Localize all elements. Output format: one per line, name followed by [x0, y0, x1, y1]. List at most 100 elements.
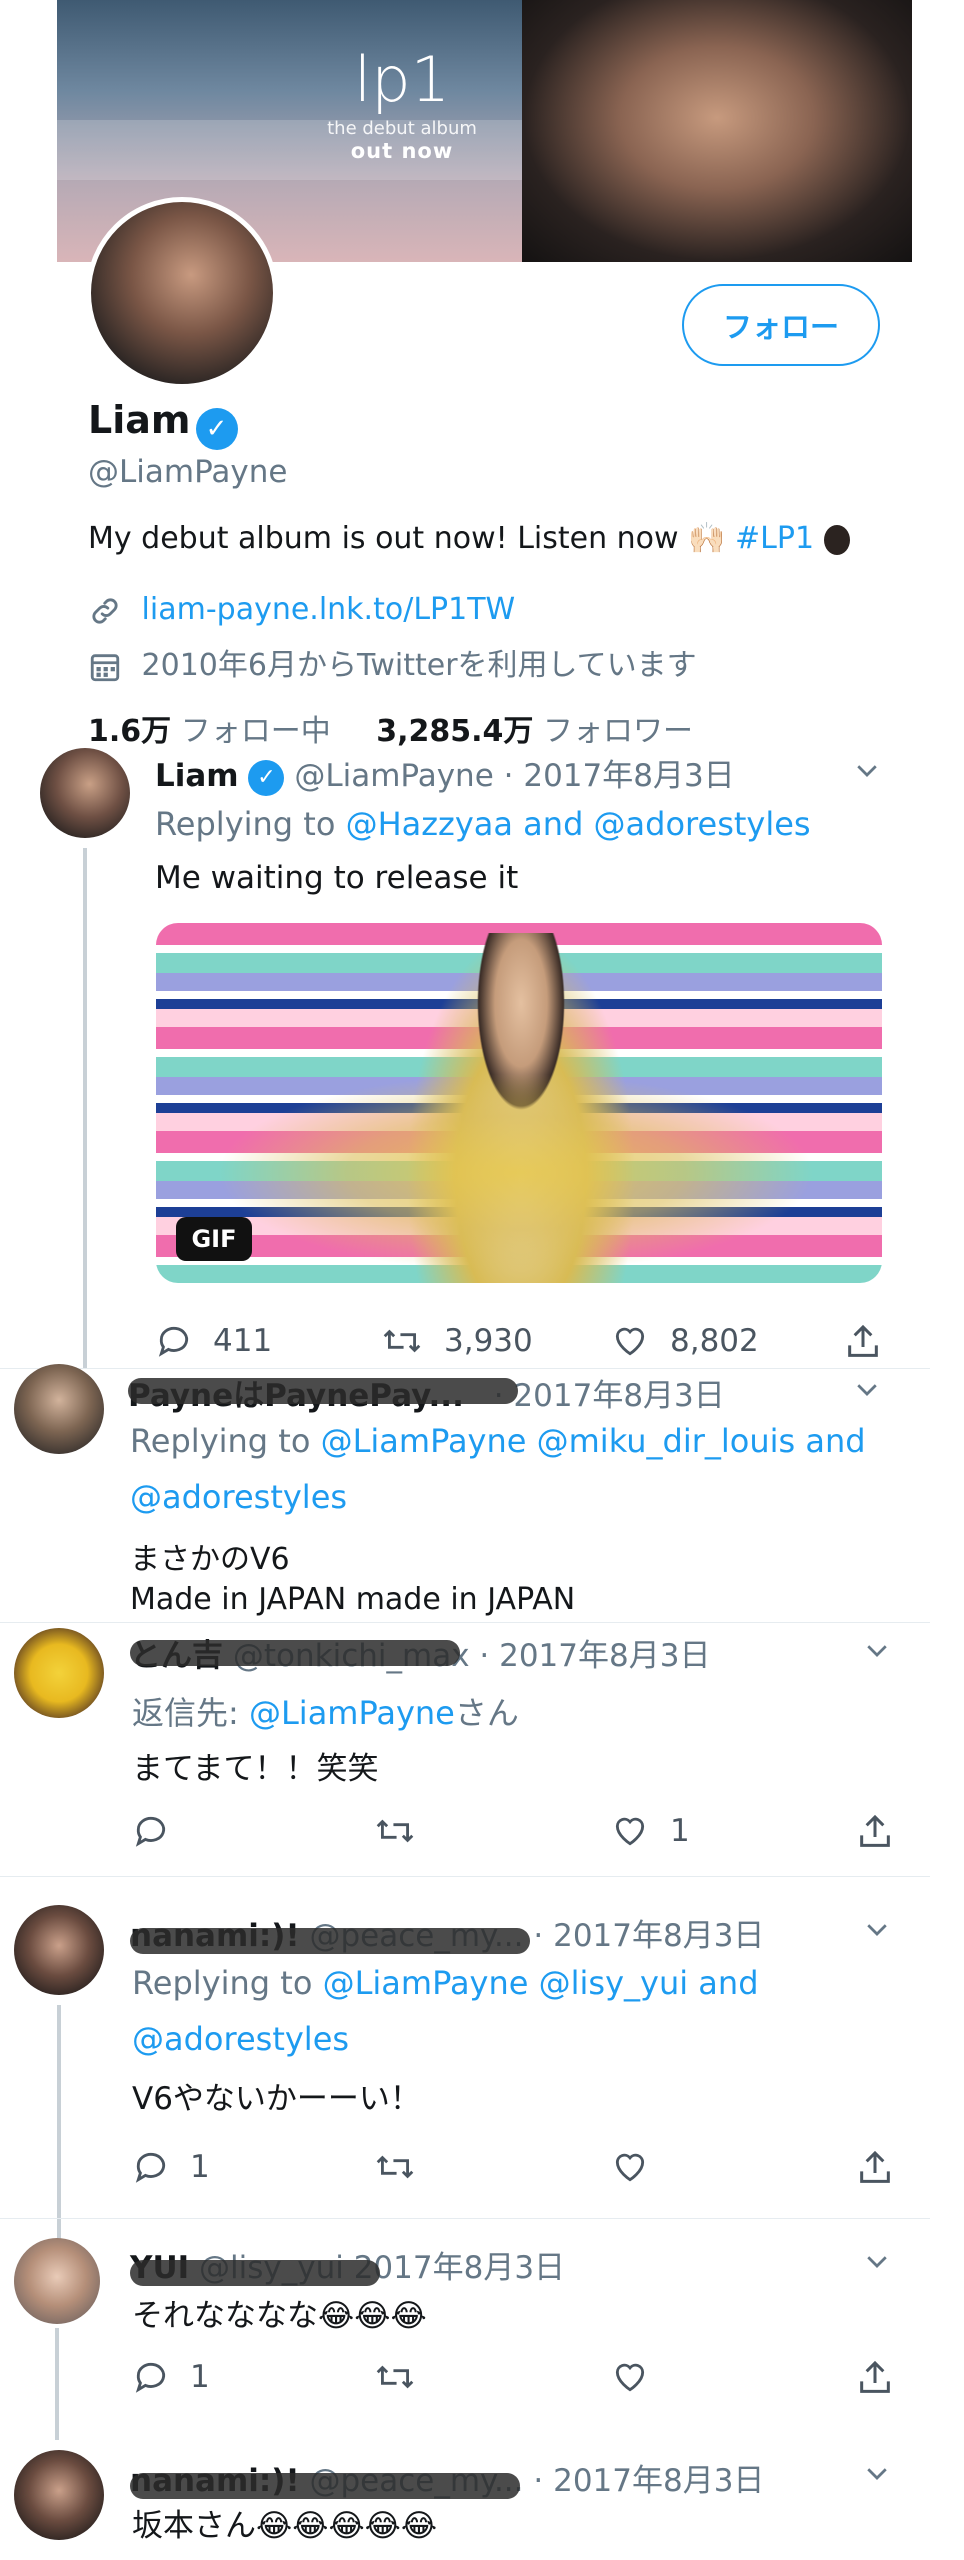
retweet-button[interactable]: [373, 2358, 437, 2396]
link-icon: [92, 597, 118, 624]
reply-count: 1: [190, 2359, 210, 2395]
tweet-text-line2: Made in JAPAN made in JAPAN: [130, 1582, 576, 1617]
tweet-header: nanami:)! @peace_my... · 2017年8月3日: [130, 2455, 764, 2500]
divider: [0, 1622, 930, 1623]
tweet-author-redacted[interactable]: nanami:)! @peace_my...: [130, 1918, 530, 1954]
like-count: 8,802: [670, 1323, 759, 1359]
replying-to-users[interactable]: @LiamPayne @lisy_yui and: [323, 1964, 759, 2002]
banner-subtitle: the debut album: [327, 118, 477, 139]
reply-button[interactable]: 1: [132, 2358, 210, 2396]
replying-to-users[interactable]: @LiamPayne @miku_dir_louis and: [321, 1422, 866, 1460]
retweet-icon: [383, 1329, 421, 1353]
share-icon[interactable]: [855, 2358, 895, 2398]
divider: [0, 1876, 930, 1877]
tweet-date[interactable]: 2017年8月3日: [354, 2250, 565, 2286]
redaction-scribble: [128, 1378, 518, 1404]
replying-to-users[interactable]: @LiamPayne: [249, 1694, 455, 1732]
tweet-header: PayneはPaynePay... · 2017年8月3日: [128, 1370, 725, 1415]
like-button[interactable]: 1: [610, 1812, 690, 1850]
tweet-author-name-redacted[interactable]: PayneはPaynePay...: [128, 1370, 518, 1415]
reply-icon: [158, 1326, 189, 1357]
heart-icon: [615, 2153, 645, 2182]
following-stat[interactable]: 1.6万 フォロー中: [88, 714, 331, 749]
tweet-author-redacted[interactable]: とん吉 @tonkichi_max: [130, 1630, 470, 1675]
bio-hashtag-link[interactable]: #LP1: [735, 521, 814, 556]
like-button[interactable]: [610, 2148, 670, 2186]
tweet-avatar[interactable]: [14, 2450, 104, 2540]
share-icon[interactable]: [855, 1812, 895, 1852]
thread-line: [83, 848, 87, 1368]
chevron-down-icon[interactable]: [862, 1635, 892, 1665]
tweet-date[interactable]: · 2017年8月3日: [494, 1378, 725, 1414]
tweet-text: まさかのV6: [130, 1542, 290, 1577]
tweet-header: nanami:)! @peace_my... · 2017年8月3日: [130, 1910, 764, 1955]
reply-button[interactable]: 411: [155, 1322, 272, 1360]
redaction-scribble: [130, 2260, 380, 2286]
bio-emoji: 🙌🏻: [688, 521, 726, 556]
replying-to-users-cont[interactable]: @adorestyles: [132, 2020, 349, 2058]
banner-portrait: [522, 0, 912, 262]
redaction-scribble: [130, 1928, 530, 1954]
tweet-author-redacted[interactable]: YUI @lisy_yui: [130, 2250, 380, 2286]
tweet-avatar[interactable]: [14, 1905, 104, 1995]
tweet-avatar[interactable]: [14, 2238, 100, 2324]
replying-to-users-cont[interactable]: @adorestyles: [130, 1478, 347, 1516]
chevron-down-icon[interactable]: [852, 1374, 882, 1404]
followers-stat[interactable]: 3,285.4万 フォロワー: [376, 714, 693, 749]
profile-name-row: Liam ✓: [88, 398, 238, 450]
divider: [0, 2218, 930, 2219]
like-button[interactable]: [610, 2358, 670, 2396]
share-icon[interactable]: [855, 2148, 895, 2188]
replying-to: Replying to @Hazzyaa and @adorestyles: [155, 805, 811, 843]
retweet-icon: [376, 1819, 414, 1843]
tweet-date[interactable]: · 2017年8月3日: [533, 1918, 764, 1954]
heart-icon: [615, 1817, 645, 1846]
chevron-down-icon[interactable]: [862, 1914, 892, 1944]
profile-joined-row: 2010年6月からTwitterを利用しています: [88, 640, 697, 684]
tweet-author-handle[interactable]: @LiamPayne: [294, 758, 493, 794]
profile-stats: 1.6万 フォロー中 3,285.4万 フォロワー: [88, 706, 693, 750]
replying-to: 返信先: @LiamPayneさん: [132, 1688, 519, 1734]
replying-to-users[interactable]: @Hazzyaa and @adorestyles: [346, 805, 811, 843]
retweet-button[interactable]: 3,930: [380, 1322, 533, 1360]
tweet-avatar[interactable]: [14, 1364, 104, 1454]
calendar-icon: [90, 653, 120, 681]
heart-icon: [615, 2363, 645, 2392]
retweet-button[interactable]: [373, 2148, 437, 2186]
reply-button[interactable]: 1: [132, 2148, 210, 2186]
divider: [0, 1368, 930, 1369]
reply-icon: [135, 2362, 166, 2393]
share-icon[interactable]: [843, 1322, 883, 1362]
chevron-down-icon[interactable]: [862, 2246, 892, 2276]
tweet-date[interactable]: · 2017年8月3日: [533, 2463, 764, 2499]
replying-to: Replying to @LiamPayne @lisy_yui and: [132, 1964, 759, 2002]
replying-prefix: 返信先:: [132, 1694, 239, 1732]
followers-count: 3,285.4万: [376, 714, 534, 749]
follow-button[interactable]: フォロー: [682, 284, 880, 366]
profile-bio: My debut album is out now! Listen now 🙌🏻…: [88, 521, 850, 556]
profile-avatar[interactable]: [86, 197, 278, 389]
tweet-gif[interactable]: GIF: [156, 923, 882, 1283]
retweet-icon: [376, 2155, 414, 2179]
chevron-down-icon[interactable]: [852, 755, 882, 785]
like-button[interactable]: 8,802: [610, 1322, 759, 1360]
tweet-author-redacted[interactable]: nanami:)! @peace_my...: [130, 2463, 524, 2499]
tweet-avatar[interactable]: [14, 1628, 104, 1718]
reply-button[interactable]: [132, 1812, 190, 1850]
tweet-header: Liam ✓ @LiamPayne · 2017年8月3日: [155, 750, 735, 796]
banner-tagline: out now: [350, 139, 454, 163]
tweet-header: YUI @lisy_yui 2017年8月3日: [130, 2242, 565, 2287]
profile-handle: @LiamPayne: [88, 454, 288, 490]
tweet-author-name[interactable]: Liam: [155, 758, 239, 794]
profile-name: Liam: [88, 398, 191, 442]
replying-prefix: Replying to: [155, 805, 336, 843]
redaction-scribble: [130, 2473, 520, 2499]
retweet-button[interactable]: [373, 1812, 437, 1850]
tweet-date[interactable]: · 2017年8月3日: [504, 758, 735, 794]
tweet-date[interactable]: · 2017年8月3日: [479, 1638, 710, 1674]
chevron-down-icon[interactable]: [862, 2458, 892, 2488]
profile-joined: 2010年6月からTwitterを利用しています: [141, 648, 697, 683]
profile-link[interactable]: liam-payne.lnk.to/LP1TW: [142, 592, 516, 627]
reply-count: 1: [190, 2149, 210, 2185]
tweet-avatar[interactable]: [40, 748, 130, 838]
